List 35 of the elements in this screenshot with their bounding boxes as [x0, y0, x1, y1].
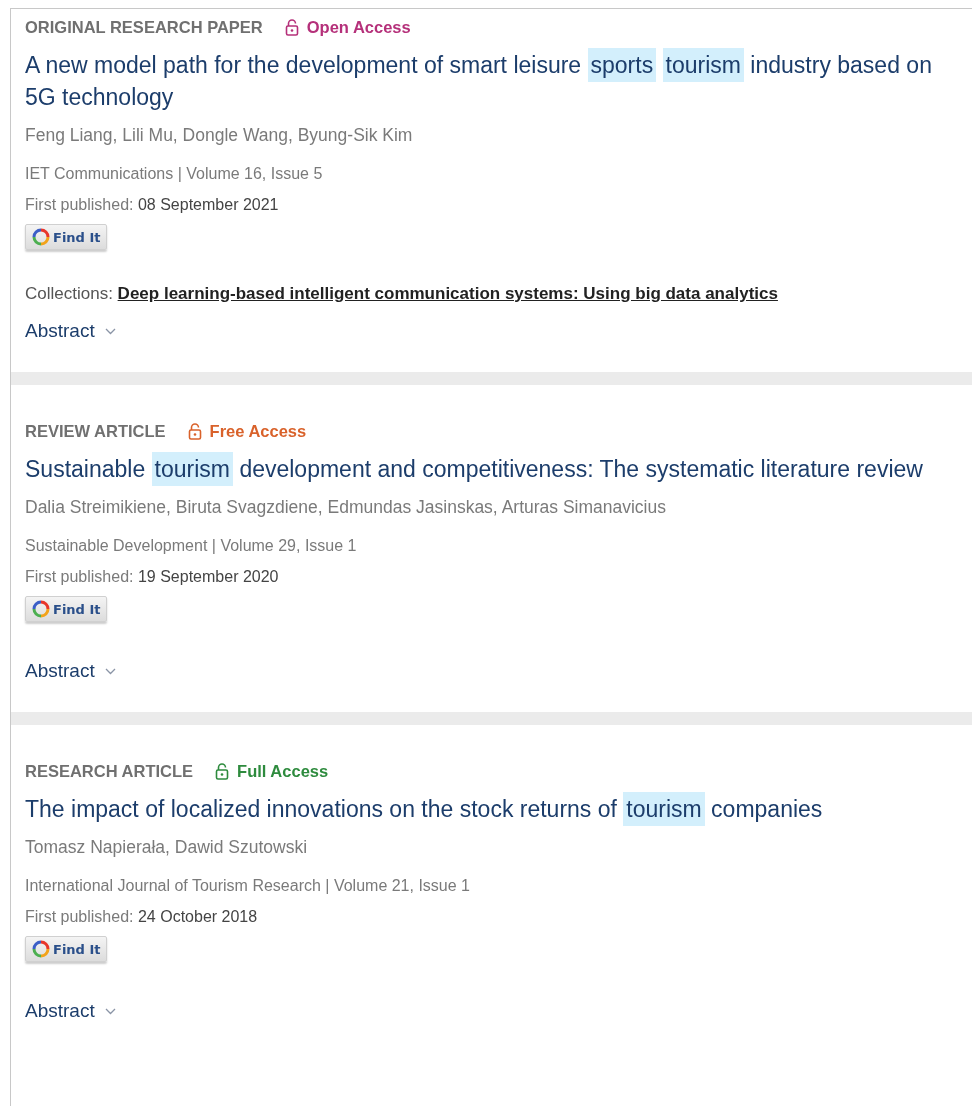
article-title-link[interactable]: A new model path for the development of smart leisure sports tourism industry based on 5G technology: [25, 49, 958, 113]
publication-date: First published: 19 September 2020: [25, 568, 279, 586]
abstract-toggle[interactable]: Abstract: [25, 1000, 116, 1022]
journal-info: International Journal of Tourism Research | Volume 21, Issue 1: [25, 877, 470, 895]
chevron-down-icon: [104, 1007, 116, 1015]
publication-date: First published: 24 October 2018: [25, 908, 258, 926]
author-list: Feng Liang, Lili Mu, Dongle Wang, Byung-Sik Kim: [25, 125, 413, 146]
lock-icon: [187, 422, 202, 440]
article-title-link[interactable]: Sustainable tourism development and competitiveness: The systematic literature review: [25, 453, 923, 485]
lock-icon: [215, 762, 230, 780]
chevron-down-icon: [104, 327, 116, 335]
publication-date: First published: 08 September 2021: [25, 196, 279, 214]
find-it-button[interactable]: Find It: [25, 596, 108, 622]
ring-logo-icon: [32, 228, 50, 246]
article-type: RESEARCH ARTICLE: [25, 761, 194, 781]
find-it-button[interactable]: Find It: [25, 936, 108, 962]
ring-logo-icon: [32, 600, 50, 618]
author-list: Dalia Streimikiene, Biruta Svagzdiene, Edmundas Jasinskas, Arturas Simanavicius: [25, 497, 666, 518]
article-type: ORIGINAL RESEARCH PAPER: [25, 17, 263, 37]
collection-link[interactable]: Deep learning-based intelligent communication systems: Using big data analytics: [117, 284, 778, 303]
abstract-toggle[interactable]: Abstract: [25, 320, 116, 342]
journal-info: IET Communications | Volume 16, Issue 5: [25, 165, 323, 183]
access-label: Free Access: [187, 421, 307, 441]
collections-line: Collections: Deep learning-based intelligent communication systems: Using big data analytics: [25, 284, 778, 304]
journal-info: Sustainable Development | Volume 29, Issue 1: [25, 537, 357, 555]
lock-icon: [284, 18, 299, 36]
find-it-button[interactable]: Find It: [25, 224, 108, 250]
access-label: Open Access: [284, 17, 411, 37]
chevron-down-icon: [104, 667, 116, 675]
article-title-link[interactable]: The impact of localized innovations on the stock returns of tourism companies: [25, 793, 823, 825]
article-type: REVIEW ARTICLE: [25, 421, 166, 441]
author-list: Tomasz Napierała, Dawid Szutowski: [25, 837, 308, 858]
abstract-toggle[interactable]: Abstract: [25, 660, 116, 682]
ring-logo-icon: [32, 940, 50, 958]
access-label: Full Access: [215, 761, 329, 781]
